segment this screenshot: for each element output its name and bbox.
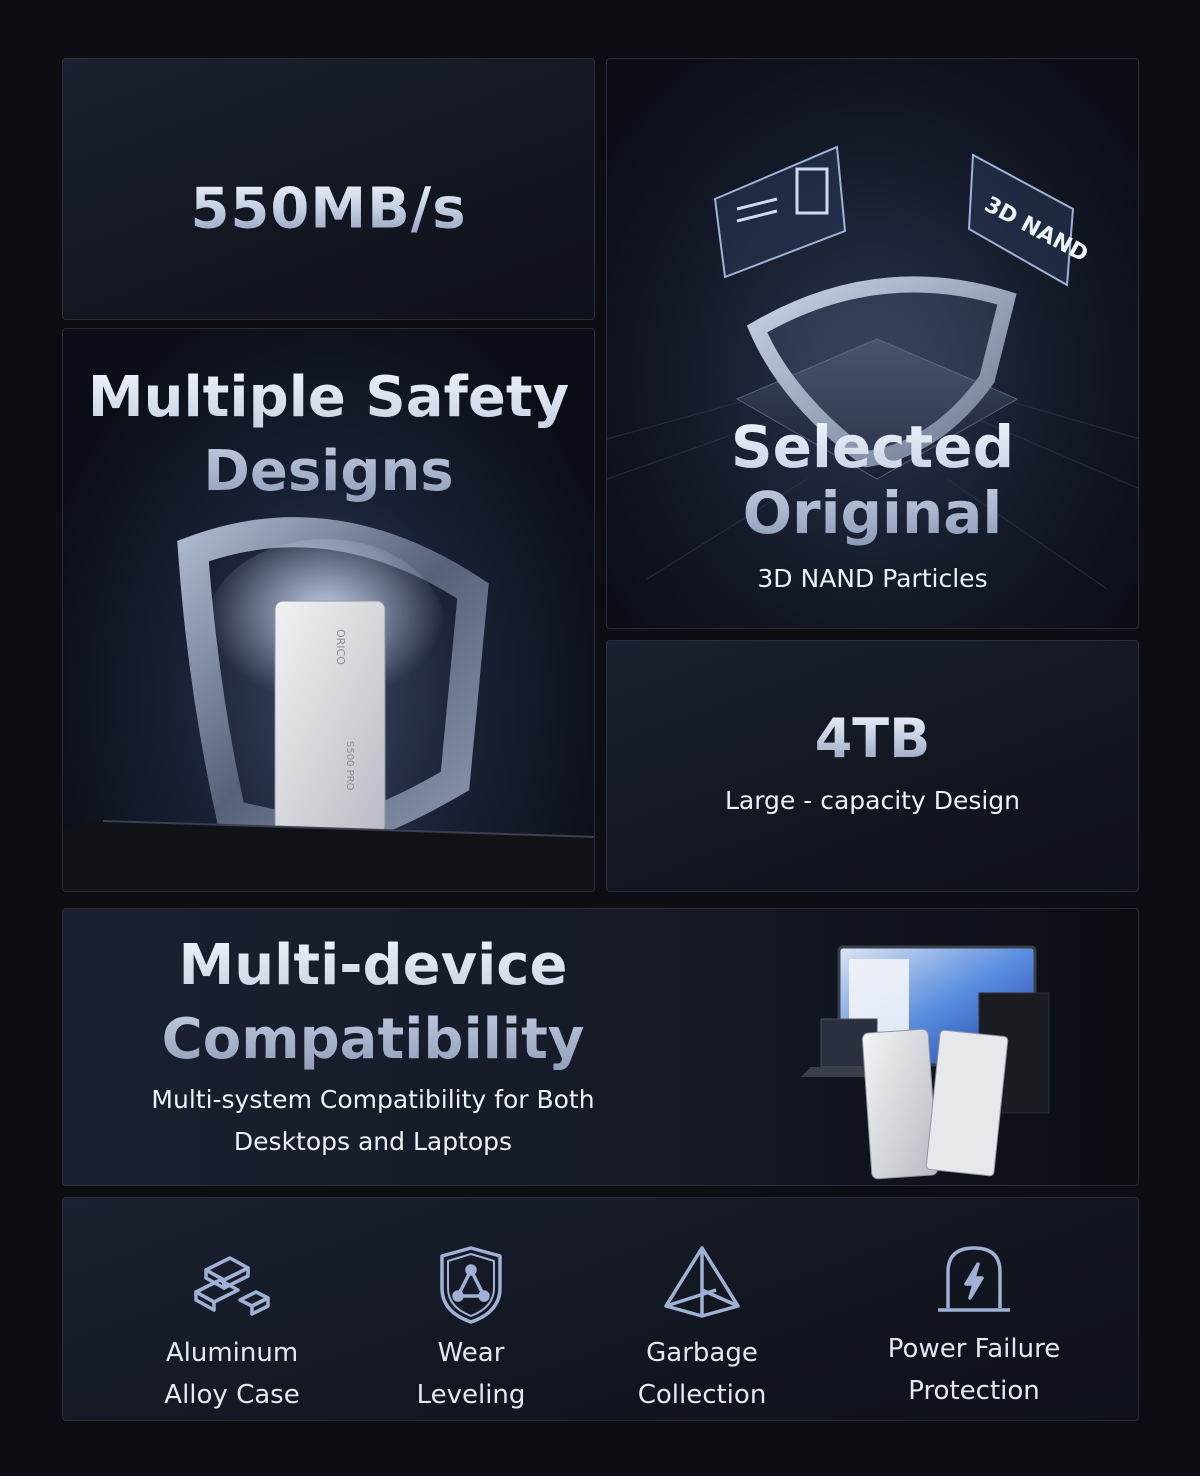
compat-subtitle: Multi-system Compatibility for Both Desk… <box>93 1079 653 1163</box>
feature-garbage-collection: Garbage Collection <box>582 1198 822 1420</box>
drive-brand-text: ORICO <box>334 629 347 665</box>
aluminum-bars-icon <box>194 1256 270 1316</box>
capacity-card: 4TB Large - capacity Design <box>606 640 1139 892</box>
speed-card: 550MB/s <box>62 58 595 320</box>
nand-title-line1: Selected <box>730 413 1015 481</box>
feature-label-line2: Leveling <box>416 1380 526 1410</box>
shield-network-icon <box>440 1246 502 1324</box>
pedestal <box>63 821 594 891</box>
feature-label-line2: Alloy Case <box>164 1380 300 1410</box>
feature-label: Garbage Collection <box>582 1332 822 1416</box>
feature-label: Power Failure Protection <box>834 1328 1114 1412</box>
floating-panel-left <box>713 145 847 279</box>
feature-aluminum: Aluminum Alloy Case <box>112 1198 352 1420</box>
feature-wear-leveling: Wear Leveling <box>351 1198 591 1420</box>
drive-model-text: S500 PRO <box>344 741 355 791</box>
ssd-drive-image <box>274 600 386 834</box>
floating-panel-right: 3D NAND <box>967 153 1092 287</box>
compat-subtitle-line2: Desktops and Laptops <box>233 1127 513 1156</box>
ssd-front-image <box>861 1028 939 1180</box>
feature-label-line1: Aluminum <box>165 1338 299 1368</box>
features-card: Aluminum Alloy Case Wear Leveling Garbag… <box>62 1197 1139 1421</box>
safety-title: Multiple Safety Designs <box>63 361 594 509</box>
feature-label-line2: Collection <box>637 1380 767 1410</box>
nand-card: 3D NAND Selected Original 3D NAND Partic… <box>606 58 1139 629</box>
ssd-back-image <box>925 1029 1009 1177</box>
safety-card: ORICO S500 PRO Multiple Safety Designs <box>62 328 595 892</box>
nand-title: Selected Original <box>607 414 1138 546</box>
feature-label: Wear Leveling <box>351 1332 591 1416</box>
pyramid-icon <box>664 1246 740 1318</box>
feature-label: Aluminum Alloy Case <box>112 1332 352 1416</box>
nand-subtitle: 3D NAND Particles <box>757 564 988 593</box>
feature-label-line2: Protection <box>908 1376 1040 1406</box>
capacity-subtitle: Large - capacity Design <box>724 786 1021 815</box>
compat-subtitle-line1: Multi-system Compatibility for Both <box>151 1085 595 1114</box>
nand-title-line2: Original <box>742 479 1003 547</box>
feature-label-line1: Wear <box>437 1338 505 1368</box>
compat-title-line1: Multi-device <box>178 933 568 998</box>
compat-title-line2: Compatibility <box>161 1007 585 1072</box>
feature-label-line1: Power Failure <box>887 1334 1061 1364</box>
compat-title: Multi-device Compatibility <box>93 929 653 1077</box>
devices-illustration <box>801 945 1050 1180</box>
compatibility-card: Multi-device Compatibility Multi-system … <box>62 908 1139 1186</box>
speed-value: 550MB/s <box>63 177 594 242</box>
feature-label-line1: Garbage <box>646 1338 758 1368</box>
feature-power-failure: Power Failure Protection <box>834 1198 1114 1420</box>
power-shield-icon <box>938 1246 1010 1312</box>
capacity-value: 4TB <box>607 707 1138 770</box>
safety-title-line2: Designs <box>203 439 454 504</box>
safety-title-line1: Multiple Safety <box>87 365 570 430</box>
